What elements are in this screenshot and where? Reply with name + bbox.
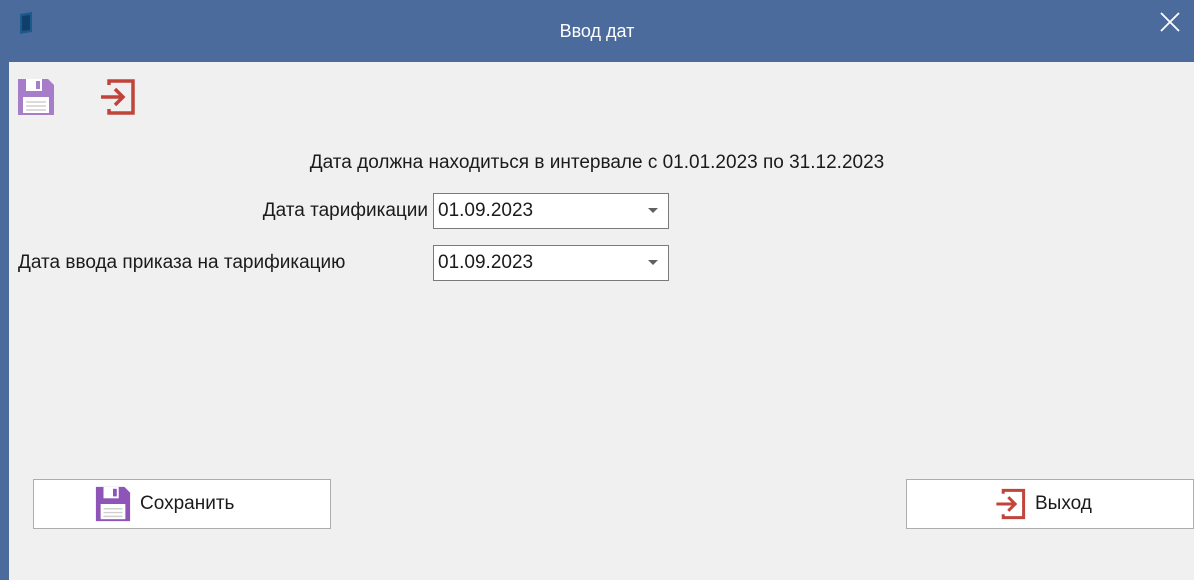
exit-button[interactable]: Выход — [906, 479, 1194, 529]
tarification-date-label: Дата тарификации — [262, 200, 428, 221]
window-title: Ввод дат — [559, 21, 635, 41]
order-date-picker[interactable]: 01.09.2023 — [433, 245, 669, 281]
exit-button-label: Выход — [1035, 493, 1092, 514]
floppy-disk-icon — [94, 485, 132, 523]
save-button[interactable]: Сохранить — [33, 479, 331, 529]
save-button-label: Сохранить — [140, 493, 235, 514]
dialog-window: Ввод дат Дата должна находиться в интерв… — [0, 0, 1194, 580]
chevron-down-icon — [648, 260, 658, 265]
tarification-date-value: 01.09.2023 — [438, 200, 534, 221]
window-left-border — [0, 0, 9, 580]
title-bar: Ввод дат — [0, 0, 1194, 62]
order-date-value: 01.09.2023 — [438, 252, 534, 273]
exit-arrow-icon — [101, 79, 135, 115]
close-icon — [1160, 12, 1180, 32]
floppy-disk-icon — [18, 79, 54, 115]
exit-arrow-icon — [993, 487, 1027, 521]
toolbar-save-button[interactable] — [12, 72, 60, 122]
close-button[interactable] — [1146, 0, 1194, 44]
chevron-down-icon — [648, 208, 658, 213]
date-range-info: Дата должна находиться в интервале с 01.… — [309, 152, 885, 173]
tarification-date-picker[interactable]: 01.09.2023 — [433, 193, 669, 229]
toolbar-exit-button[interactable] — [93, 72, 141, 122]
order-date-label: Дата ввода приказа на тарификацию — [18, 252, 346, 273]
